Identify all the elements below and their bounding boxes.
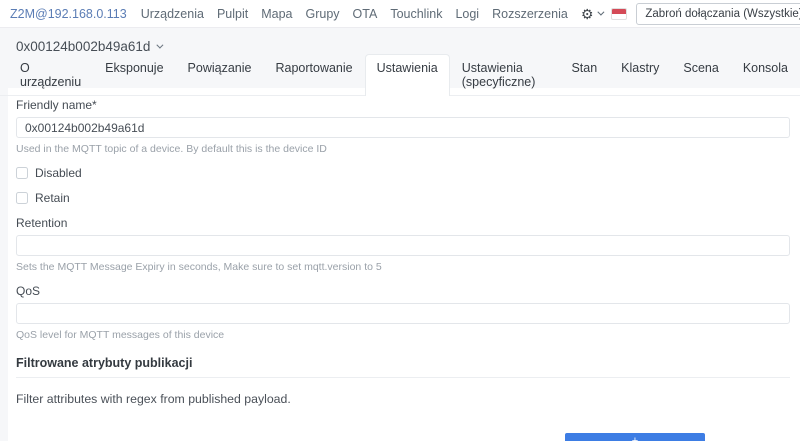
- filtered-attributes-description: Filter attributes with regex from publis…: [16, 392, 291, 406]
- friendly-name-input[interactable]: [16, 117, 790, 138]
- nav-item-map[interactable]: Mapa: [261, 7, 292, 21]
- retain-checkbox[interactable]: [16, 192, 28, 204]
- tab-scene[interactable]: Scena: [671, 54, 730, 96]
- nav-item-devices[interactable]: Urządzenia: [141, 7, 204, 21]
- device-header-band: 0x00124b002b49a61d O urządzeniu Eksponuj…: [0, 28, 800, 96]
- friendly-name-group: Friendly name* Used in the MQTT topic of…: [16, 98, 790, 155]
- navbar-right-controls: ⚙ Zabroń dołączania (Wszystkie): [580, 2, 800, 25]
- retain-checkbox-row: Retain: [16, 191, 790, 205]
- qos-input[interactable]: [16, 303, 790, 324]
- tab-about[interactable]: O urządzeniu: [8, 54, 93, 96]
- nav-item-ota[interactable]: OTA: [353, 7, 378, 21]
- app-brand-link[interactable]: Z2M@192.168.0.113: [10, 7, 127, 21]
- section-divider: [16, 377, 790, 378]
- disabled-checkbox-label: Disabled: [35, 166, 82, 180]
- gear-icon: ⚙: [580, 5, 594, 22]
- nav-item-groups[interactable]: Grupy: [306, 7, 340, 21]
- tab-bind[interactable]: Powiązanie: [176, 54, 264, 96]
- device-title-row[interactable]: 0x00124b002b49a61d: [0, 28, 800, 54]
- retention-input[interactable]: [16, 235, 790, 256]
- add-attribute-row: +: [16, 433, 790, 441]
- settings-dropdown[interactable]: ⚙: [580, 5, 605, 22]
- permit-join-select[interactable]: Zabroń dołączania (Wszystkie): [636, 2, 800, 25]
- nav-items: Urządzenia Pulpit Mapa Grupy OTA Touchli…: [141, 7, 581, 21]
- disabled-checkbox[interactable]: [16, 167, 28, 179]
- disabled-checkbox-row: Disabled: [16, 166, 790, 180]
- filtered-attributes-heading: Filtrowane atrybuty publikacji: [16, 356, 193, 370]
- top-navbar: Z2M@192.168.0.113 Urządzenia Pulpit Mapa…: [0, 0, 800, 28]
- chevron-down-icon: [597, 8, 605, 16]
- qos-help: QoS level for MQTT messages of this devi…: [16, 329, 225, 341]
- tab-exposes[interactable]: Eksponuje: [93, 54, 175, 96]
- nav-item-touchlink[interactable]: Touchlink: [390, 7, 442, 21]
- chevron-down-icon: [156, 41, 164, 49]
- add-attribute-button[interactable]: +: [565, 433, 705, 441]
- retention-label: Retention: [16, 216, 68, 230]
- qos-label: QoS: [16, 284, 41, 298]
- nav-item-logs[interactable]: Logi: [455, 7, 479, 21]
- retention-help: Sets the MQTT Message Expiry in seconds,…: [16, 261, 382, 273]
- retain-checkbox-label: Retain: [35, 191, 70, 205]
- tab-reporting[interactable]: Raportowanie: [263, 54, 364, 96]
- retention-group: Retention Sets the MQTT Message Expiry i…: [16, 216, 790, 273]
- tab-settings[interactable]: Ustawienia: [364, 54, 450, 96]
- tab-state[interactable]: Stan: [559, 54, 609, 96]
- tab-settings-specific[interactable]: Ustawienia (specyficzne): [450, 54, 560, 96]
- permit-join-control: Zabroń dołączania (Wszystkie): [636, 2, 800, 25]
- settings-form: Friendly name* Used in the MQTT topic of…: [8, 88, 800, 441]
- tab-clusters[interactable]: Klastry: [609, 54, 671, 96]
- nav-item-dashboard[interactable]: Pulpit: [217, 7, 248, 21]
- tab-console[interactable]: Konsola: [731, 54, 800, 96]
- polish-flag-icon[interactable]: [611, 7, 628, 20]
- device-tabs: O urządzeniu Eksponuje Powiązanie Raport…: [0, 54, 800, 96]
- qos-group: QoS QoS level for MQTT messages of this …: [16, 284, 790, 341]
- device-title: 0x00124b002b49a61d: [16, 39, 151, 54]
- friendly-name-label: Friendly name*: [16, 98, 97, 112]
- friendly-name-help: Used in the MQTT topic of a device. By d…: [16, 143, 327, 155]
- nav-item-extensions[interactable]: Rozszerzenia: [492, 7, 568, 21]
